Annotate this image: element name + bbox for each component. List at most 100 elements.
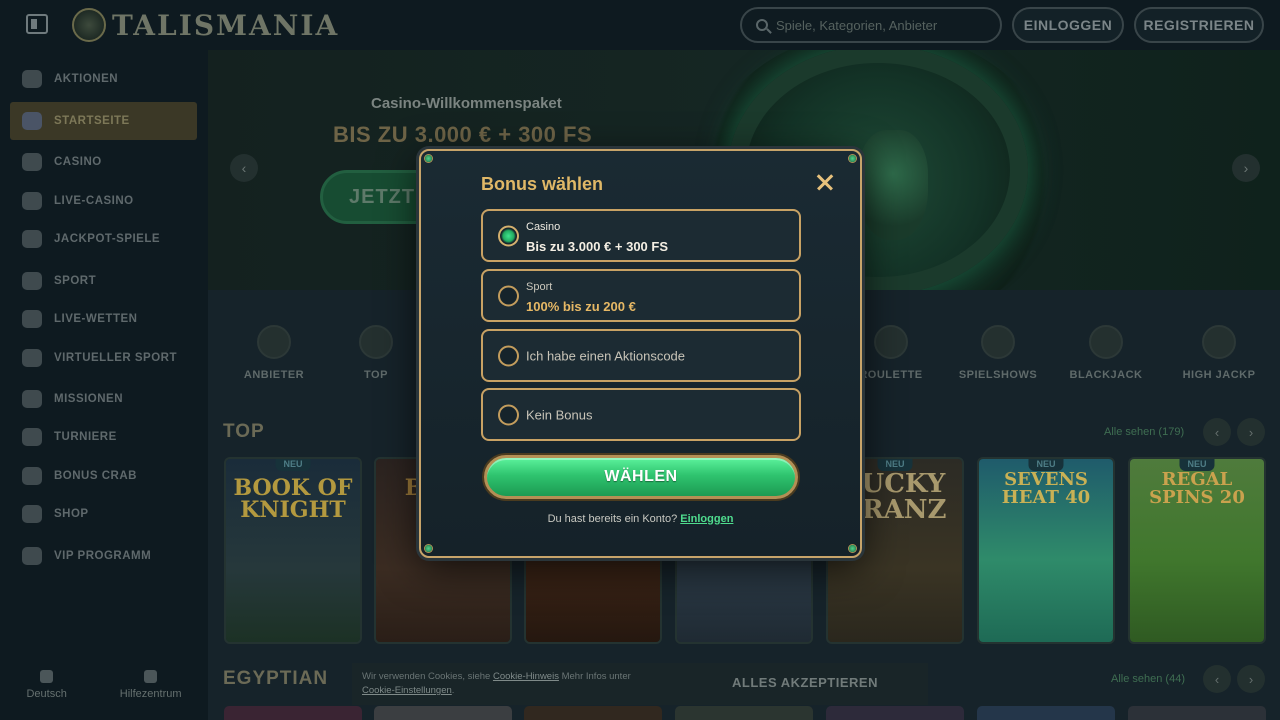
game-tile[interactable] [224,706,362,720]
game-tile[interactable] [524,706,662,720]
game-tile[interactable]: REGAL SPINS 20 NEU [1128,457,1266,644]
cookie-notice-link[interactable]: Cookie-Hinweis [493,671,559,682]
sidebar-item-virtueller-sport[interactable]: VIRTUELLER SPORT [10,339,197,377]
radio-unchecked-icon[interactable] [498,404,519,425]
sidebar-item-shop[interactable]: SHOP [10,495,197,533]
section-title-top: TOP [223,421,265,442]
home-icon [22,112,42,130]
sidebar-item-vip[interactable]: VIP PROGRAMM [10,537,197,575]
egyptian-next-arrow-icon[interactable]: › [1237,665,1265,693]
cookie-settings-link[interactable]: Cookie-Einstellungen [362,685,452,696]
sidebar-item-jackpot[interactable]: JACKPOT-SPIELE [10,220,197,258]
bonus-option-sport[interactable]: Sport 100% bis zu 200 € [481,269,801,322]
sidebar-item-label: SHOP [54,508,89,520]
sidebar-item-missionen[interactable]: MISSIONEN [10,380,197,418]
see-all-egyptian-link[interactable]: Alle sehen (44) [1111,673,1185,685]
egyptian-prev-arrow-icon[interactable]: ‹ [1203,665,1231,693]
option-kicker: Sport [526,281,553,293]
category-top[interactable]: TOP [326,298,426,403]
sidebar-item-turniere[interactable]: TURNIERE [10,418,197,456]
game-tile[interactable] [374,706,512,720]
cookie-text-part: Wir verwenden Cookies, siehe [362,671,493,682]
category-spielshows[interactable]: SPIELSHOWS [948,298,1048,403]
scarab-image [858,130,928,240]
search-box[interactable] [740,7,1002,43]
globe-icon [40,670,54,683]
option-value: Bis zu 3.000 € + 300 FS [526,239,668,254]
search-icon [756,19,768,31]
hero-prev-arrow-icon[interactable]: ‹ [230,154,258,182]
login-button[interactable]: EINLOGGEN [1012,7,1124,43]
sidebar-item-label: VIRTUELLER SPORT [54,352,178,364]
sidebar-item-live-casino[interactable]: LIVE-CASINO [10,182,197,220]
help-center-link[interactable]: Hilfezentrum [120,670,182,700]
cookie-banner: Wir verwenden Cookies, siehe Cookie-Hinw… [352,663,928,705]
logo-text: TALISMANIA [112,8,340,42]
sidebar-item-label: CASINO [54,156,102,168]
register-button[interactable]: REGISTRIEREN [1134,7,1264,43]
sidebar-item-label: BONUS CRAB [54,470,137,482]
corner-gem-icon [848,154,857,163]
game-title: REGAL SPINS 20 [1149,469,1245,508]
sidebar-item-bonus-crab[interactable]: BONUS CRAB [10,457,197,495]
hero-title: BIS ZU 3.000 € + 300 FS [333,122,593,147]
login-link[interactable]: Einloggen [680,513,733,525]
radio-unchecked-icon[interactable] [498,285,519,306]
sidebar-item-sport[interactable]: SPORT [10,262,197,300]
choose-bonus-button[interactable]: WÄHLEN [484,455,798,499]
bonus-option-promo-code[interactable]: Ich habe einen Aktionscode [481,329,801,382]
game-tile[interactable] [675,706,813,720]
missions-icon [22,390,42,408]
sidebar-item-label: JACKPOT-SPIELE [54,233,161,245]
game-title: SEVENS HEAT 40 [1001,469,1091,508]
top-next-arrow-icon[interactable]: › [1237,418,1265,446]
close-icon[interactable] [814,171,836,193]
cookie-text: Wir verwenden Cookies, siehe Cookie-Hinw… [362,670,672,698]
roulette-icon [874,325,908,359]
crown-icon [359,325,393,359]
option-kicker: Casino [526,221,561,233]
shop-icon [22,505,42,523]
new-badge: NEU [1179,459,1215,471]
game-tile[interactable]: BOOK OF KNIGHT NEU [224,457,362,644]
live-casino-icon [22,192,42,210]
game-tile[interactable]: SEVENS HEAT 40 NEU [977,457,1115,644]
game-tile[interactable] [977,706,1115,720]
new-badge: NEU [1028,459,1064,471]
category-high-jackpot[interactable]: HIGH JACKP [1169,298,1269,403]
accept-all-cookies-button[interactable]: ALLES AKZEPTIEREN [732,675,878,690]
game-tile[interactable] [826,706,964,720]
logo[interactable]: TALISMANIA [72,8,339,42]
bonus-option-casino[interactable]: Casino Bis zu 3.000 € + 300 FS [481,209,801,262]
menu-toggle-icon[interactable] [26,14,48,34]
section-title-egyptian: EGYPTIAN [223,668,329,689]
corner-gem-icon [424,154,433,163]
hero-next-arrow-icon[interactable]: › [1232,154,1260,182]
sidebar-item-label: SPORT [54,275,97,287]
sidebar-item-live-wetten[interactable]: LIVE-WETTEN [10,300,197,338]
see-all-top-link[interactable]: Alle sehen (179) [1104,426,1184,438]
language-switcher[interactable]: Deutsch [26,670,67,700]
sidebar-item-aktionen[interactable]: AKTIONEN [10,60,197,98]
sidebar-footer: Deutsch Hilfezentrum [0,670,208,700]
search-input[interactable] [776,17,986,33]
new-badge: NEU [877,459,913,471]
game-tile[interactable] [1128,706,1266,720]
radio-unchecked-icon[interactable] [498,345,519,366]
bonus-option-no-bonus[interactable]: Kein Bonus [481,388,801,441]
sidebar-item-startseite[interactable]: STARTSEITE [10,102,197,140]
category-blackjack[interactable]: BLACKJACK [1056,298,1156,403]
top-prev-arrow-icon[interactable]: ‹ [1203,418,1231,446]
live-bet-icon [22,310,42,328]
jackpot-icon [22,230,42,248]
sidebar-item-label: TURNIERE [54,431,117,443]
bonus-modal: Bonus wählen Casino Bis zu 3.000 € + 300… [419,149,862,558]
blackjack-icon [1089,325,1123,359]
radio-checked-icon[interactable] [498,225,519,246]
category-label: SPIELSHOWS [958,369,1038,381]
option-value: 100% bis zu 200 € [526,299,636,314]
cookie-text-part: Mehr Infos unter [558,671,631,682]
sidebar-item-casino[interactable]: CASINO [10,143,197,181]
option-label: Kein Bonus [526,407,593,422]
category-anbieter[interactable]: ANBIETER [224,298,324,403]
